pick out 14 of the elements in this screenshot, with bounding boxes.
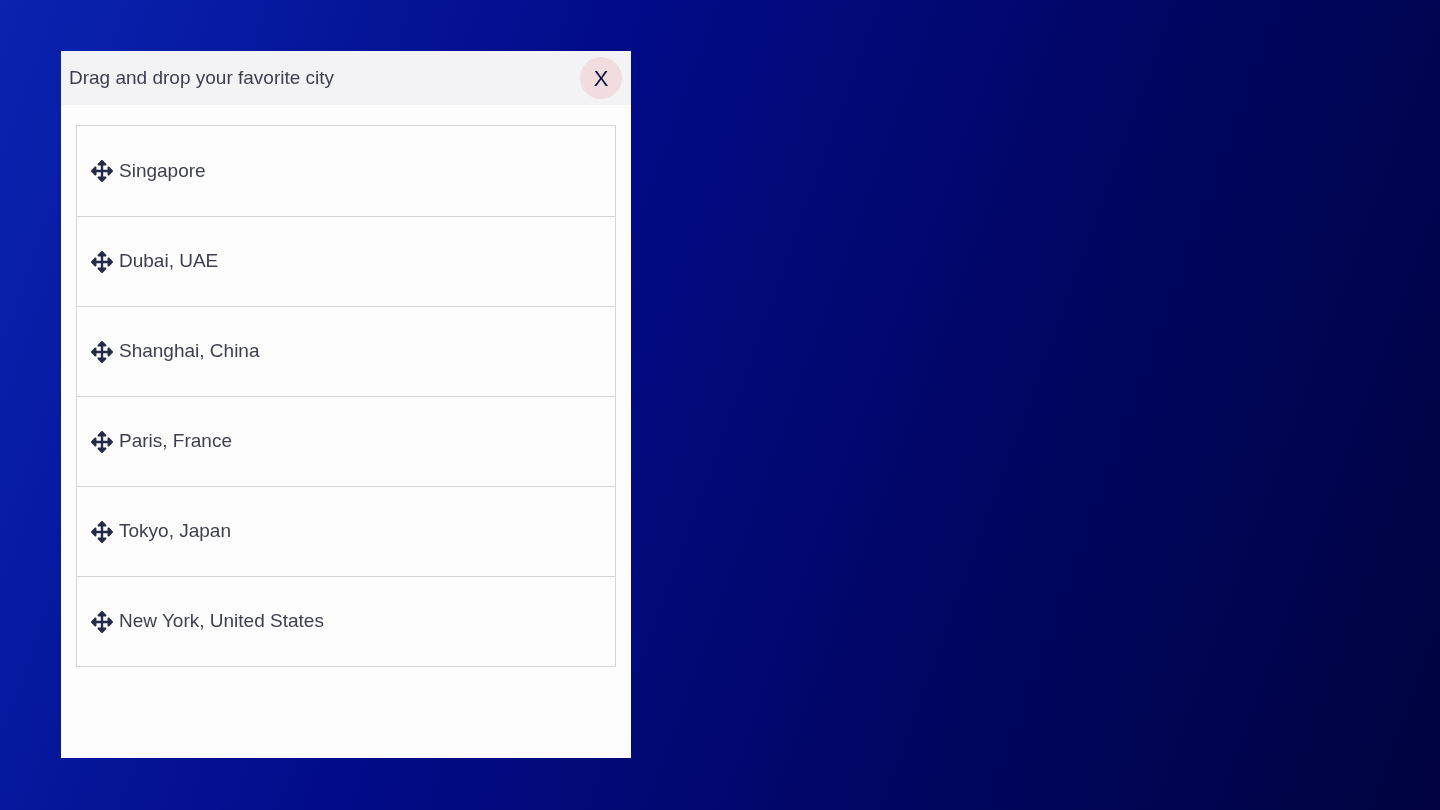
move-icon xyxy=(91,430,113,453)
city-name: Tokyo, Japan xyxy=(119,519,231,544)
city-name: Dubai, UAE xyxy=(119,249,219,274)
city-name: Shanghai, China xyxy=(119,339,260,364)
move-icon xyxy=(91,250,113,273)
city-name: Paris, France xyxy=(119,429,232,454)
dialog-title: Drag and drop your favorite city xyxy=(69,65,335,90)
close-button[interactable]: X xyxy=(580,57,622,99)
move-icon xyxy=(91,340,113,363)
move-icon xyxy=(91,520,113,543)
move-icon xyxy=(91,160,113,182)
move-icon xyxy=(91,610,113,633)
city-name: New York, United States xyxy=(119,609,324,634)
city-name: Singapore xyxy=(119,158,206,183)
